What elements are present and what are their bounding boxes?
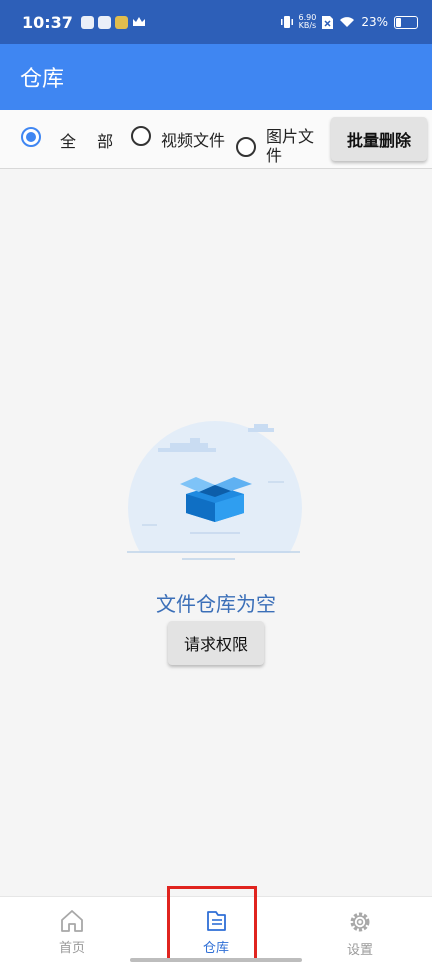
highlight-box [167,886,257,962]
empty-box-illustration [120,421,310,565]
radio-all[interactable] [21,127,41,147]
network-speed: 6.90 KB/s [299,14,317,30]
empty-message: 文件仓库为空 [156,592,276,616]
status-right: 6.90 KB/s 23% [280,14,418,30]
app-notification-icon [114,15,128,29]
radio-video-label[interactable]: 视频文件 [161,127,225,151]
request-permission-button[interactable]: 请求权限 [168,621,264,665]
notification-icons [80,15,146,29]
battery-icon [394,15,418,29]
vibrate-icon [280,16,293,28]
radio-all-label[interactable]: 全 部 [60,128,121,152]
status-bar: 10:37 6.90 KB/s 23% [0,0,432,44]
home-indicator[interactable] [130,958,302,962]
nav-home-label: 首页 [58,941,85,956]
status-time: 10:37 [22,12,73,32]
nav-settings-label: 设置 [346,943,373,958]
crown-icon [132,17,145,26]
radio-video[interactable] [131,126,151,146]
nav-settings[interactable]: 设置 [310,897,410,965]
app-notification-icon [97,15,111,29]
app-notification-icon [80,15,94,29]
wifi-icon [340,17,355,27]
app-bar: 仓库 [0,44,432,110]
sim-off-icon [322,15,334,29]
filter-bar: 全 部 视频文件 图片文件 批量删除 [0,110,432,169]
radio-image[interactable] [236,137,256,157]
radio-image-label[interactable]: 图片文件 [266,127,322,165]
batch-delete-button[interactable]: 批量删除 [331,117,427,161]
gear-icon [350,912,370,932]
page-title: 仓库 [20,67,65,92]
home-icon [61,910,83,932]
network-speed-unit: KB/s [298,21,317,30]
nav-home[interactable]: 首页 [22,897,122,965]
battery-percent: 23% [361,15,388,29]
